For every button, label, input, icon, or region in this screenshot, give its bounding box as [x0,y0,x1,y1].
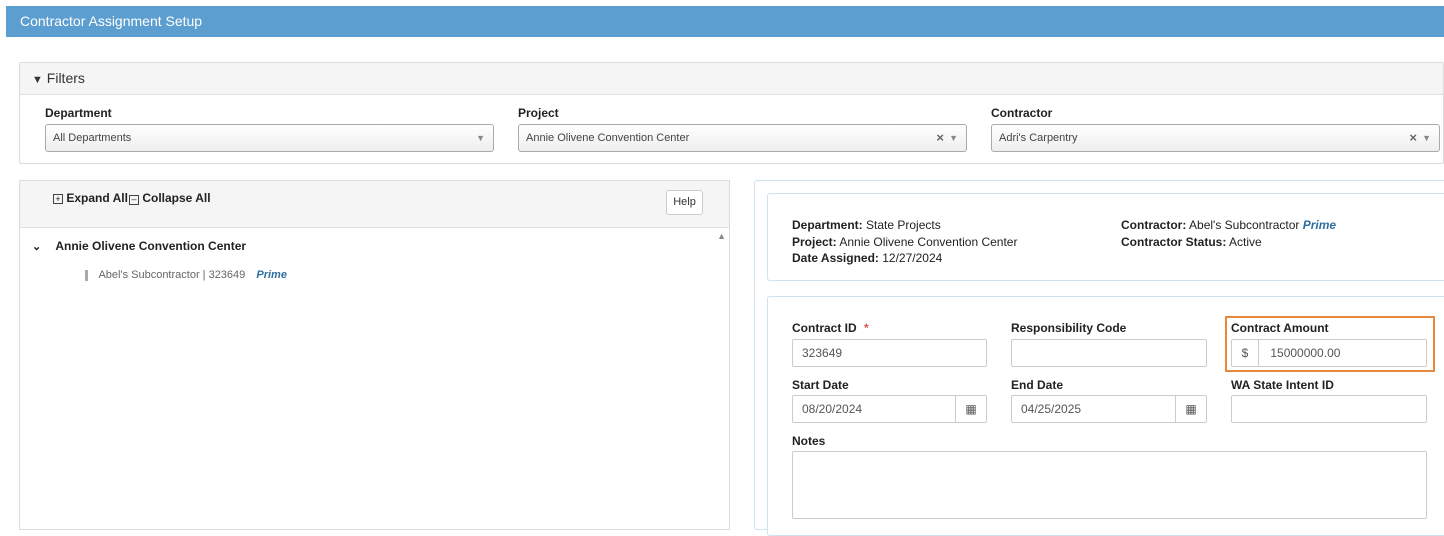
contractor-select[interactable]: Adri's Carpentry × ▼ [991,124,1440,152]
node-bar-icon [85,269,88,281]
contract-id-label: Contract ID * [792,321,869,335]
info-department: Department: State Projects [792,218,941,232]
end-date-value: 04/25/2025 [1021,402,1082,416]
department-select-value: All Departments [53,132,132,144]
info-contractor: Contractor: Abel's Subcontractor Prime [1121,218,1337,232]
collapse-all-button[interactable]: – Collapse All [129,191,211,205]
project-select-value: Annie Olivene Convention Center [526,132,690,144]
contractor-label: Contractor [991,106,1053,120]
info-contractor-status: Contractor Status: Active [1121,235,1262,249]
scroll-up-arrow-icon[interactable]: ▲ [717,231,726,241]
tree-root-label: Annie Olivene Convention Center [55,239,247,253]
filters-title: Filters [46,70,85,86]
expand-all-label: Expand All [66,191,128,205]
responsibility-code-input[interactable] [1011,339,1207,367]
contract-id-input[interactable]: 323649 [792,339,987,367]
prime-tag: Prime [1302,218,1337,232]
end-date-input[interactable]: 04/25/2025 ▦ [1011,395,1207,423]
required-mark: * [864,321,869,335]
clear-icon[interactable]: × [936,125,944,151]
wa-intent-id-input[interactable] [1231,395,1427,423]
minus-box-icon: – [129,195,139,205]
info-date-assigned: Date Assigned: 12/27/2024 [792,251,943,265]
tree-root-node[interactable]: ⌄ Annie Olivene Convention Center [32,239,246,253]
chevron-down-icon[interactable]: ⌄ [32,240,48,253]
chevron-down-icon: ▼ [476,133,485,143]
prime-tag: Prime [256,269,287,281]
notes-label: Notes [792,434,826,448]
help-button[interactable]: Help [666,190,703,215]
end-date-label: End Date [1011,378,1064,392]
notes-textarea[interactable] [792,451,1427,519]
highlight-box [1225,316,1435,372]
calendar-icon[interactable]: ▦ [955,396,986,422]
expand-all-button[interactable]: + Expand All [53,191,128,205]
tree-child-label: Abel's Subcontractor | 323649 [98,269,246,281]
page-title: Contractor Assignment Setup [20,13,203,29]
wa-intent-id-label: WA State Intent ID [1231,378,1334,392]
start-date-label: Start Date [792,378,849,392]
filters-header[interactable]: ▼ Filters [20,63,1443,95]
collapse-all-label: Collapse All [142,191,211,205]
tree-toolbar: + Expand All – Collapse All Help [20,181,729,228]
page-header: Contractor Assignment Setup [6,6,1444,37]
start-date-input[interactable]: 08/20/2024 ▦ [792,395,987,423]
clear-icon[interactable]: × [1409,125,1417,151]
department-select[interactable]: All Departments ▼ [45,124,494,152]
project-select[interactable]: Annie Olivene Convention Center × ▼ [518,124,967,152]
calendar-icon[interactable]: ▦ [1175,396,1206,422]
project-label: Project [518,106,559,120]
start-date-value: 08/20/2024 [802,402,863,416]
info-project: Project: Annie Olivene Convention Center [792,235,1018,249]
department-label: Department [45,106,112,120]
chevron-down-icon: ▼ [949,133,958,143]
tree-child-node[interactable]: Abel's Subcontractor | 323649 Prime [85,269,287,281]
assignment-info-panel: Department: State Projects Project: Anni… [767,193,1444,281]
plus-box-icon: + [53,194,63,204]
contractor-select-value: Adri's Carpentry [999,132,1078,144]
chevron-down-icon: ▼ [1422,133,1431,143]
filter-icon: ▼ [32,74,43,86]
responsibility-code-label: Responsibility Code [1011,321,1127,335]
tree-panel: + Expand All – Collapse All Help ▲ ⌄ Ann… [19,180,730,530]
filters-panel: ▼ Filters Department All Departments ▼ P… [19,62,1444,164]
